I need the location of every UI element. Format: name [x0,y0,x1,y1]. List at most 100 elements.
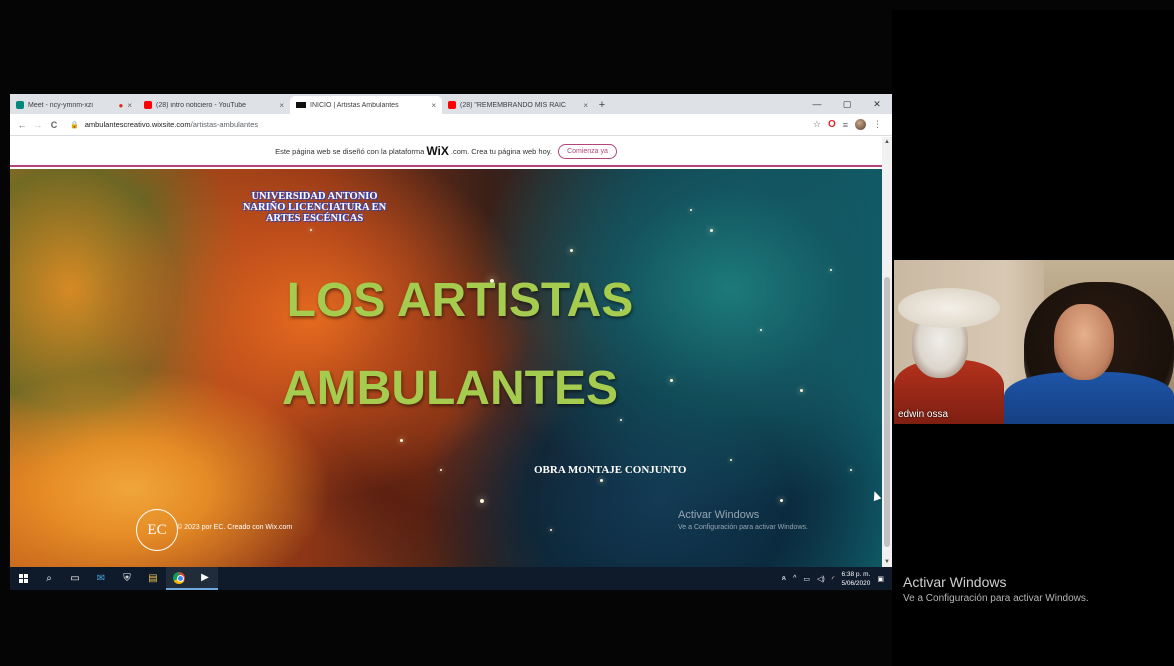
sparkle [400,439,403,442]
url-host: ambulantescreativo.wixsite.com [84,120,191,129]
participant-face-2 [1054,304,1114,380]
chrome-taskbar-icon[interactable] [166,567,192,590]
clock-date: 5/06/2020 [841,579,871,587]
sparkle [830,269,832,271]
windows-taskbar: ⌕ ▭ ✉ ⛨ ▤ ▶ ጰ ^ ▭ ◁) ◜ 6:38 p. m. 5/06/2… [10,567,892,590]
sparkle [690,209,692,211]
close-tab-icon[interactable]: × [127,101,132,110]
tab-label: INICIO | Artistas Ambulantes [310,101,399,109]
ec-logo[interactable]: EC [136,509,178,551]
windows-start-icon[interactable] [10,567,36,590]
watermark-title: Activar Windows [903,574,1007,590]
screen-share-stage: Meet - ncy-ymnm-xzi ● × (28) intro notic… [0,0,1174,666]
maximize-button[interactable]: ▢ [832,94,862,114]
university-heading: UNIVERSIDAD ANTONIO NARIÑO LICENCIATURA … [242,191,387,224]
new-tab-button[interactable]: + [594,96,610,114]
wix-banner: Este página web se diseñó con la platafo… [10,137,882,167]
scrollbar-thumb[interactable] [884,277,890,547]
volume-icon[interactable]: ◁) [817,575,825,583]
system-tray: ጰ ^ ▭ ◁) ◜ 6:38 p. m. 5/06/2020 ▣ [782,570,892,588]
shared-screen: Meet - ncy-ymnm-xzi ● × (28) intro notic… [10,94,892,590]
tab-meet[interactable]: Meet - ncy-ymnm-xzi ● × [10,96,138,114]
mouse-cursor-icon [870,489,882,502]
tray-chevron-icon[interactable]: ^ [793,575,796,582]
sparkle [670,379,673,382]
url-field[interactable]: 🔒 ambulantescreativo.wixsite.com/artista… [70,114,813,136]
watermark-sub: Ve a Configuración para activar Windows. [903,593,1089,604]
close-tab-icon[interactable]: × [583,101,588,110]
sparkle [570,249,573,252]
mail-icon[interactable]: ✉ [88,567,114,590]
participant-name: edwin ossa [898,409,949,420]
activation-watermark-inner: Activar Windows Ve a Configuración para … [678,509,808,531]
profile-avatar-icon[interactable] [855,119,866,130]
sparkle [620,419,622,421]
tab-youtube-rememb[interactable]: (28) "REMEMBRANDO MIS RAIC × [442,96,594,114]
tab-strip: Meet - ncy-ymnm-xzi ● × (28) intro notic… [10,94,892,114]
tab-label: (28) "REMEMBRANDO MIS RAIC [460,101,566,109]
close-window-button[interactable]: ✕ [862,94,892,114]
sparkle [730,459,732,461]
watermark-title: Activar Windows [678,509,760,521]
scroll-down-icon[interactable]: ▼ [882,559,892,565]
url-path: /artistas-ambulantes [190,120,259,129]
sparkle [760,329,762,331]
activation-watermark: Activar Windows Ve a Configuración para … [903,574,1089,604]
task-view-icon[interactable]: ▭ [62,567,88,590]
participant-hat [898,288,1000,328]
youtube-favicon-icon [448,101,456,109]
forward-button[interactable]: → [30,114,46,136]
sparkle [550,529,552,531]
tab-artistas-ambulantes[interactable]: INICIO | Artistas Ambulantes × [290,96,442,114]
sparkle [310,229,312,231]
recording-dot-icon: ● [118,100,124,110]
lock-icon: 🔒 [70,121,79,129]
wix-banner-text-after: .com. Crea tu página web hoy. [450,146,553,156]
sparkle [780,499,783,502]
scroll-up-icon[interactable]: ▲ [882,139,892,145]
participant-tile[interactable]: edwin ossa [894,260,1174,424]
wifi-icon[interactable]: ◜ [832,575,835,583]
menu-kebab-icon[interactable]: ⋮ [873,119,882,130]
wix-favicon-icon [296,102,306,108]
security-shield-icon[interactable]: ⛨ [114,567,140,590]
sparkle [600,479,603,482]
wix-banner-text: Este página web se diseñó con la platafo… [275,146,425,156]
close-tab-icon[interactable]: × [431,101,436,110]
hero-title-line1: LOS ARTISTAS [286,274,634,327]
tab-youtube-intro[interactable]: (28) intro noticiero - YouTube × [138,96,290,114]
reading-list-icon[interactable]: ≡ [843,120,848,130]
hero-title-line2: AMBULANTES [282,362,618,415]
page-scrollbar[interactable]: ▲ ▼ [882,137,892,567]
hero-subtitle: OBRA MONTAJE CONJUNTO [534,464,687,476]
minimize-button[interactable]: — [802,94,832,114]
copyright-text: © 2023 por EC. Creado con Wix.com [177,524,293,531]
tab-label: Meet - ncy-ymnm-xzi [28,101,93,109]
people-icon[interactable]: ጰ [782,575,786,583]
address-bar: ← → C 🔒 ambulantescreativo.wixsite.com/a… [10,114,892,136]
back-button[interactable]: ← [14,114,30,136]
wix-start-button[interactable]: Comienza ya [558,143,617,159]
bookmark-star-icon[interactable]: ☆ [813,119,821,130]
clock-time: 6:38 p. m. [841,570,871,578]
watermark-sub: Ve a Configuración para activar Windows. [678,524,808,531]
media-player-icon[interactable]: ▶ [192,567,218,590]
close-tab-icon[interactable]: × [279,101,284,110]
tab-label: (28) intro noticiero - YouTube [156,101,247,109]
sparkle [710,229,713,232]
taskbar-clock[interactable]: 6:38 p. m. 5/06/2020 [841,570,870,588]
wix-logo: WiX [426,144,449,158]
sparkle [850,469,852,471]
notifications-icon[interactable]: ▣ [877,575,884,583]
sparkle [800,389,803,392]
file-explorer-icon[interactable]: ▤ [140,567,166,590]
reload-button[interactable]: C [46,114,62,136]
youtube-favicon-icon [144,101,152,109]
hero-banner: UNIVERSIDAD ANTONIO NARIÑO LICENCIATURA … [10,169,882,567]
search-icon[interactable]: ⌕ [36,567,62,590]
window-controls: — ▢ ✕ [802,94,892,114]
battery-icon[interactable]: ▭ [803,575,810,583]
sparkle [440,469,442,471]
opera-extension-icon[interactable]: O [828,119,836,130]
meet-favicon-icon [16,101,24,109]
